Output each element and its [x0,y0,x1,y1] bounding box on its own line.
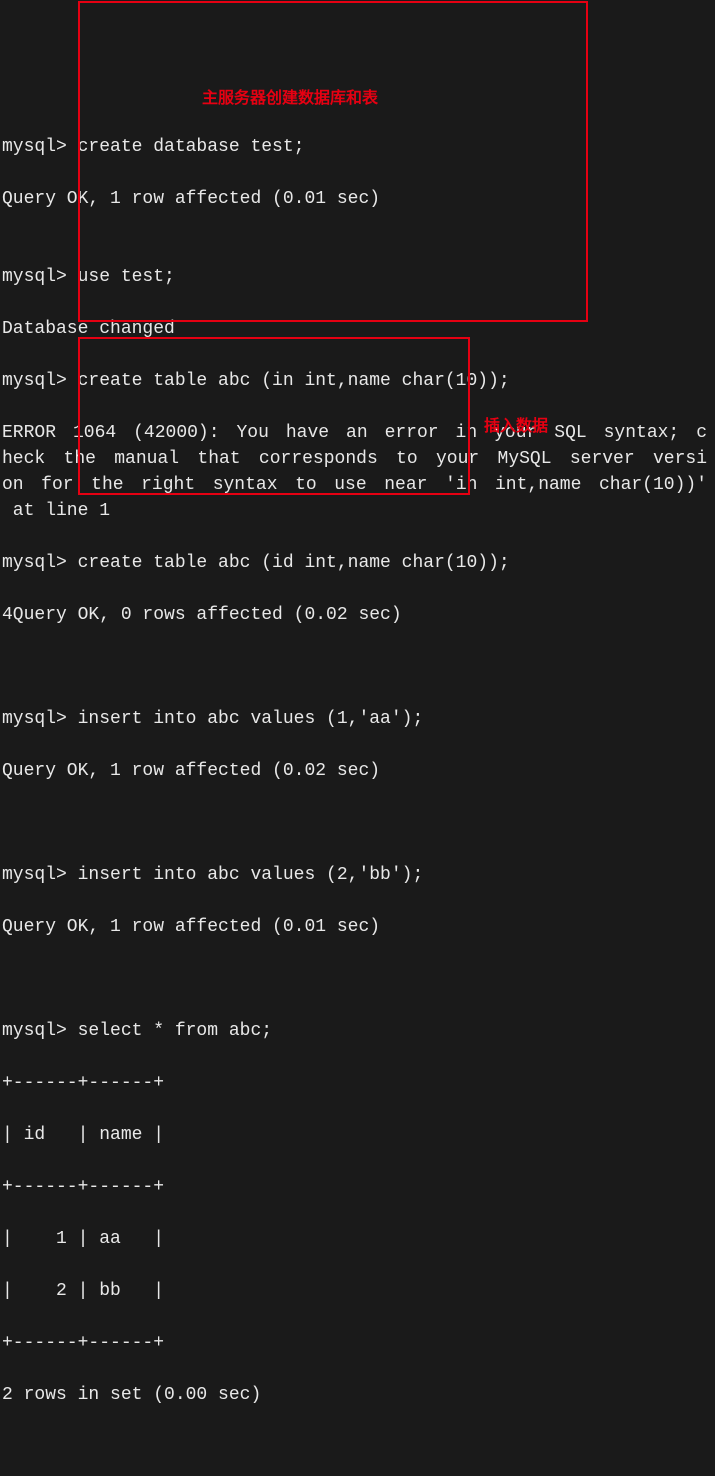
blank-line [2,1434,713,1460]
error-line-3: on for the right syntax to use near 'in … [2,472,707,498]
cmd-create-table-err: mysql> create table abc (in int,name cha… [2,368,713,394]
error-line-2: heck the manual that corresponds to your… [2,446,707,472]
result-create-db: Query OK, 1 row affected (0.01 sec) [2,186,713,212]
error-line-1: ERROR 1064 (42000): You have an error in… [2,420,707,446]
cmd-create-table-ok: mysql> create table abc (id int,name cha… [2,550,713,576]
cmd-select: mysql> select * from abc; [2,1018,713,1044]
blank-line [2,654,713,680]
table-divider: +------+------+ [2,1070,713,1096]
table-divider: +------+------+ [2,1174,713,1200]
table-header: | id | name | [2,1122,713,1148]
result-insert-1: Query OK, 1 row affected (0.02 sec) [2,758,713,784]
blank-line [2,810,713,836]
blank-line [2,966,713,992]
table-row: | 2 | bb | [2,1278,713,1304]
terminal-output: mysql> create database test; Query OK, 1… [2,108,713,1476]
result-create-table: 4Query OK, 0 rows affected (0.02 sec) [2,602,713,628]
table-divider: +------+------+ [2,1330,713,1356]
cmd-use-db: mysql> use test; [2,264,713,290]
cmd-insert-2: mysql> insert into abc values (2,'bb'); [2,862,713,888]
cmd-create-db: mysql> create database test; [2,134,713,160]
result-use-db: Database changed [2,316,713,342]
result-insert-2: Query OK, 1 row affected (0.01 sec) [2,914,713,940]
result-select: 2 rows in set (0.00 sec) [2,1382,713,1408]
table-row: | 1 | aa | [2,1226,713,1252]
error-line-4: at line 1 [2,498,713,524]
cmd-insert-1: mysql> insert into abc values (1,'aa'); [2,706,713,732]
